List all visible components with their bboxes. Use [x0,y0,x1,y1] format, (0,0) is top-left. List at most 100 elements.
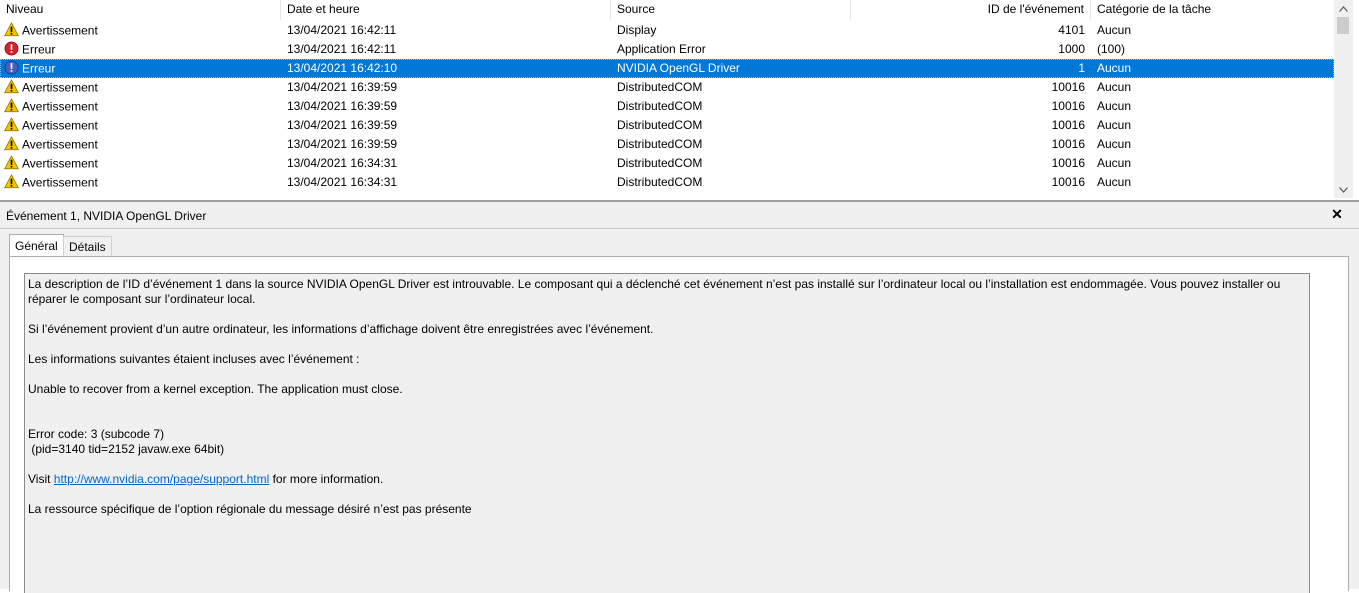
description-paragraph: Si l’événement provient d’un autre ordin… [28,322,654,336]
cell-source: DistributedCOM [617,118,703,132]
cell-event-id: 10016 [1051,80,1085,94]
cell-event-id: 10016 [1051,99,1085,113]
column-header-row: Niveau Date et heure Source ID de l'évén… [0,0,1334,20]
nvidia-support-link[interactable]: http://www.nvidia.com/page/support.html [54,472,269,486]
scroll-down-icon[interactable] [1334,181,1353,198]
visit-prefix: Visit [28,472,54,486]
cell-event-id: 4101 [1058,23,1085,37]
cell-level: Avertissement [4,154,274,173]
details-title: Événement 1, NVIDIA OpenGL Driver [6,209,207,223]
cell-event-id: 10016 [1051,118,1085,132]
general-tab-panel: La description de l’ID d’événement 1 dan… [9,256,1349,593]
error-icon [4,60,19,75]
cell-event-id: 10016 [1051,137,1085,151]
cell-level: Avertissement [4,21,274,40]
visit-suffix: for more information. [269,472,384,486]
description-paragraph: Les informations suivantes étaient inclu… [28,352,360,366]
event-details-pane: Événement 1, NVIDIA OpenGL Driver ✕ Géné… [0,200,1359,593]
table-row[interactable]: Avertissement 13/04/2021 16:42:11 Display 4… [0,21,1334,40]
description-paragraph: La description de l’ID d’événement 1 dan… [28,277,1281,306]
cell-date: 13/04/2021 16:42:11 [287,42,397,56]
list-scrollbar[interactable] [1334,0,1353,198]
error-code-line: Error code: 3 (subcode 7) [28,427,165,441]
level-text: Avertissement [22,137,98,152]
cell-date: 13/04/2021 16:42:10 [287,61,398,75]
scroll-up-icon[interactable] [1334,0,1353,17]
cell-source: DistributedCOM [617,80,703,94]
visit-line: Visit http://www.nvidia.com/page/support… [28,472,1306,487]
tab-general[interactable]: Général [9,234,64,256]
cell-event-id: 1 [1078,61,1085,75]
table-row[interactable]: Erreur 13/04/2021 16:42:11 Application Err… [0,40,1334,59]
warning-icon [4,116,19,132]
scroll-thumb[interactable] [1337,17,1349,34]
column-header-source[interactable]: Source [611,0,851,20]
cell-source: Application Error [617,42,706,56]
cell-category: Aucun [1097,23,1132,37]
warning-icon [4,97,19,113]
close-icon[interactable]: ✕ [1330,207,1344,221]
column-header-level[interactable]: Niveau [0,0,281,20]
table-row[interactable]: Erreur 13/04/2021 16:42:10 NVIDIA OpenGL D… [0,59,1334,78]
event-rows: Avertissement 13/04/2021 16:42:11 Display 4… [0,21,1334,192]
cell-source: DistributedCOM [617,99,703,113]
cell-category: Aucun [1097,61,1132,75]
level-text: Avertissement [22,156,98,171]
level-text: Avertissement [22,175,98,190]
cell-category: Aucun [1097,156,1132,170]
table-row[interactable]: Avertissement 13/04/2021 16:39:59 Distribu… [0,78,1334,97]
cell-date: 13/04/2021 16:39:59 [287,137,398,151]
cell-source: DistributedCOM [617,156,703,170]
cell-date: 13/04/2021 16:34:31 [287,156,398,170]
cell-category: Aucun [1097,118,1132,132]
cell-level: Avertissement [4,97,274,116]
cell-category: Aucun [1097,137,1132,151]
table-row[interactable]: Avertissement 13/04/2021 16:39:59 Distribu… [0,116,1334,135]
cell-category: Aucun [1097,175,1132,189]
cell-event-id: 1000 [1058,42,1085,56]
level-text: Avertissement [22,99,98,114]
cell-source: DistributedCOM [617,175,703,189]
cell-source: Display [617,23,657,37]
column-header-event-id[interactable]: ID de l'événement [851,0,1091,20]
cell-event-id: 10016 [1051,156,1085,170]
table-row[interactable]: Avertissement 13/04/2021 16:39:59 Distribu… [0,97,1334,116]
event-description[interactable]: La description de l’ID d’événement 1 dan… [24,273,1310,593]
level-text: Avertissement [22,80,98,95]
warning-icon [4,154,19,170]
table-row[interactable]: Avertissement 13/04/2021 16:34:31 Distribu… [0,154,1334,173]
warning-icon [4,135,19,151]
table-row[interactable]: Avertissement 13/04/2021 16:39:59 Distribu… [0,135,1334,154]
cell-level: Erreur [4,40,274,59]
cell-level: Avertissement [4,78,274,97]
level-text: Avertissement [22,118,98,133]
cell-level: Erreur [4,59,274,78]
level-text: Avertissement [22,23,98,38]
cell-level: Avertissement [4,135,274,154]
warning-icon [4,173,19,189]
level-text: Erreur [22,42,56,57]
cell-category: Aucun [1097,80,1132,94]
process-info-line: (pid=3140 tid=2152 javaw.exe 64bit) [28,442,225,456]
details-divider [0,228,1359,229]
description-paragraph: Unable to recover from a kernel exceptio… [28,382,403,396]
cell-source: NVIDIA OpenGL Driver [617,61,740,75]
table-row[interactable]: Avertissement 13/04/2021 16:34:31 Distribu… [0,173,1334,192]
cell-source: DistributedCOM [617,137,703,151]
cell-date: 13/04/2021 16:39:59 [287,99,398,113]
error-icon [4,41,19,56]
column-header-category[interactable]: Catégorie de la tâche [1091,0,1334,20]
cell-date: 13/04/2021 16:39:59 [287,118,398,132]
cell-level: Avertissement [4,173,274,192]
cell-event-id: 10016 [1051,175,1085,189]
warning-icon [4,21,19,37]
cell-level: Avertissement [4,116,274,135]
cell-date: 13/04/2021 16:42:11 [287,23,397,37]
tab-details[interactable]: Détails [63,236,112,256]
cell-date: 13/04/2021 16:39:59 [287,80,398,94]
cell-date: 13/04/2021 16:34:31 [287,175,398,189]
description-paragraph: La ressource spécifique de l’option régi… [28,502,472,516]
warning-icon [4,78,19,94]
event-list[interactable]: Niveau Date et heure Source ID de l'évén… [0,0,1359,198]
column-header-date[interactable]: Date et heure [281,0,611,20]
